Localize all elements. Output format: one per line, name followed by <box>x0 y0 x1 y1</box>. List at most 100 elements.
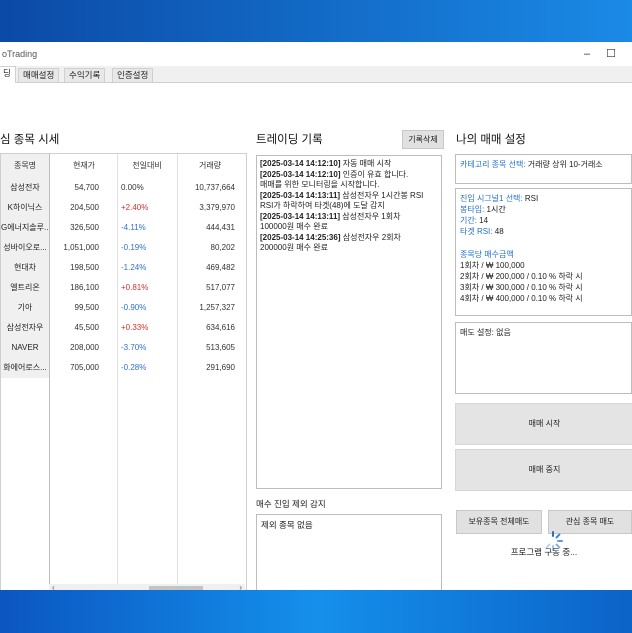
target-value: 48 <box>492 227 504 236</box>
main-content: 심 종목 시세 종목명 현재가 전일대비 거래량 삼성전자 54,700 0.00%… <box>0 83 632 595</box>
price-cell: 204,500 <box>70 203 99 212</box>
sell-all-button[interactable]: 보유종목 전체매도 <box>456 510 542 534</box>
candle-label: 봉타입: <box>460 205 485 214</box>
table-row[interactable]: 화에어로스... 705,000 -0.28% 291,690 <box>1 358 246 379</box>
period-label: 기간: <box>460 216 477 225</box>
volume-cell: 1,257,327 <box>199 303 235 312</box>
volume-cell: 513,605 <box>206 343 235 352</box>
stock-name-cell: G에너지솔루... <box>1 218 49 239</box>
log-timestamp: [2025-03-14 14:13:11] <box>260 211 341 221</box>
volume-cell: 3,379,970 <box>199 203 235 212</box>
maximize-icon[interactable]: ☐ <box>604 47 618 61</box>
price-cell: 198,500 <box>70 263 99 272</box>
change-cell: -0.90% <box>121 303 147 312</box>
log-timestamp: [2025-03-14 14:12:10] <box>260 159 341 168</box>
stock-name-cell: 삼성전자 <box>1 178 49 199</box>
category-panel: 카테고리 종목 선택: 거래량 상위 10-거래소 <box>455 154 632 184</box>
table-row[interactable]: 기아 99,500 -0.90% 1,257,327 <box>1 298 246 319</box>
amount-line: 1회차 / ₩ 100,000 <box>460 261 525 270</box>
target-label: 타겟 RSI: <box>460 227 493 236</box>
price-cell: 99,500 <box>74 303 99 312</box>
volume-cell: 469,482 <box>206 263 235 272</box>
exclusion-content: 제외 종목 없음 <box>261 520 313 530</box>
table-row[interactable]: K하이닉스 204,500 +2.40% 3,379,970 <box>1 198 246 219</box>
change-cell: -0.28% <box>121 363 147 372</box>
exclusion-panel[interactable]: 제외 종목 없음 <box>256 514 442 594</box>
loading-spinner-icon <box>545 531 563 551</box>
table-row[interactable]: NAVER 208,000 -3.70% 513,605 <box>1 338 246 359</box>
price-cell: 705,000 <box>70 363 99 372</box>
stock-table: 종목명 현재가 전일대비 거래량 삼성전자 54,700 0.00% 10,737,6… <box>0 153 247 595</box>
change-cell: +0.81% <box>121 283 149 292</box>
category-value: 거래량 상위 10-거래소 <box>525 160 603 169</box>
table-row[interactable]: 삼성전자 54,700 0.00% 10,737,664 <box>1 178 246 199</box>
trade-log-panel[interactable]: [2025-03-14 14:12:10] 자동 매매 시작 [2025-03-1… <box>256 155 442 489</box>
trade-log-title: 트레이딩 기록 <box>256 134 323 146</box>
log-line: 매매를 위한 모니터링을 시작합니다. <box>260 180 438 191</box>
log-timestamp: [2025-03-14 14:25:36] <box>260 232 341 242</box>
volume-cell: 634,616 <box>206 323 235 332</box>
log-text: 100000원 매수 완료 <box>260 222 328 231</box>
log-line: RSI가 하락하여 타겟(48)에 도달 감지 <box>260 201 438 212</box>
change-cell: -0.19% <box>121 243 147 252</box>
signal-value: RSI <box>522 194 539 203</box>
change-cell: +0.33% <box>121 323 149 332</box>
volume-cell: 291,690 <box>206 363 235 372</box>
clear-log-button[interactable]: 기록삭제 <box>402 130 444 149</box>
table-row[interactable]: 삼성전자우 45,500 +0.33% 634,616 <box>1 318 246 339</box>
log-text: 200000원 매수 완료 <box>260 243 328 252</box>
log-text: 삼성전자우 2회차 <box>340 232 401 242</box>
price-cell: 54,700 <box>74 183 99 192</box>
log-timestamp: [2025-03-14 14:13:11] <box>260 190 341 200</box>
price-cell: 326,500 <box>70 223 99 232</box>
table-row[interactable]: G에너지솔루... 326,500 -4.11% 444,431 <box>1 218 246 239</box>
volume-cell: 444,431 <box>206 223 235 232</box>
volume-cell: 517,077 <box>206 283 235 292</box>
market-title: 심 종목 시세 <box>0 134 60 146</box>
stock-name-cell: NAVER <box>1 338 49 359</box>
tab-trading[interactable]: 딩 <box>0 66 16 83</box>
log-text: 인증이 유효 합니다. <box>340 169 409 179</box>
amount-line: 3회차 / ₩ 300,000 / 0.10 % 하락 시 <box>460 283 583 292</box>
column-header-price[interactable]: 현재가 <box>51 154 117 178</box>
log-text: 삼성전자우 1시간봉 RSI <box>340 190 424 200</box>
log-text: 자동 매매 시작 <box>340 159 392 168</box>
sell-setting-text: 매도 설정: 없음 <box>460 328 511 337</box>
change-cell: -3.70% <box>121 343 147 352</box>
log-line: [2025-03-14 14:13:11] 삼성전자우 1회차 <box>260 212 438 223</box>
stock-name-cell: 엘트리온 <box>1 278 49 299</box>
change-cell: -1.24% <box>121 263 147 272</box>
column-header-volume[interactable]: 거래량 <box>177 154 243 178</box>
log-line: [2025-03-14 14:13:11] 삼성전자우 1시간봉 RSI <box>260 191 438 202</box>
log-text: RSI가 하락하여 타겟(48)에 도달 감지 <box>260 201 385 210</box>
log-text: 매매를 위한 모니터링을 시작합니다. <box>260 180 380 189</box>
stop-trading-button[interactable]: 매매 중지 <box>455 449 632 491</box>
column-header-name[interactable]: 종목명 <box>1 154 49 178</box>
signal-panel: 진입 시그널1 선택: RSI 봉타입: 1시간 기간: 14 타겟 RSI: … <box>455 188 632 316</box>
start-trading-button[interactable]: 매매 시작 <box>455 403 632 445</box>
change-cell: -4.11% <box>121 223 146 232</box>
table-row[interactable]: 엘트리온 186,100 +0.81% 517,077 <box>1 278 246 299</box>
log-line: [2025-03-14 14:12:10] 인증이 유효 합니다. <box>260 170 438 181</box>
tab-trade-settings[interactable]: 매매설정 <box>18 68 60 82</box>
stock-name-cell: 화에어로스... <box>1 358 49 379</box>
amount-line: 4회차 / ₩ 400,000 / 0.10 % 하락 시 <box>460 294 583 303</box>
minimize-icon[interactable]: – <box>580 47 594 61</box>
price-cell: 1,051,000 <box>63 243 99 252</box>
table-row[interactable]: 현대차 198,500 -1.24% 469,482 <box>1 258 246 279</box>
table-row[interactable]: 성바이오로... 1,051,000 -0.19% 80,202 <box>1 238 246 259</box>
title-bar: oTrading – ☐ <box>0 42 632 66</box>
log-text: 삼성전자우 1회차 <box>340 211 401 221</box>
window-title: oTrading <box>2 49 38 59</box>
column-header-change[interactable]: 전일대비 <box>117 154 177 178</box>
log-line: 100000원 매수 완료 <box>260 222 438 233</box>
price-cell: 186,100 <box>70 283 99 292</box>
log-line: 200000원 매수 완료 <box>260 243 438 254</box>
tab-auth-settings[interactable]: 인증설정 <box>112 68 154 82</box>
tab-profit-history[interactable]: 수익기록 <box>64 68 106 82</box>
amount-title: 종목당 매수금액 <box>460 250 514 259</box>
amount-line: 2회차 / ₩ 200,000 / 0.10 % 하락 시 <box>460 272 583 281</box>
stock-name-cell: 기아 <box>1 298 49 319</box>
log-timestamp: [2025-03-14 14:12:10] <box>260 169 341 179</box>
exclusion-title: 매수 진입 제외 감지 <box>256 499 326 509</box>
